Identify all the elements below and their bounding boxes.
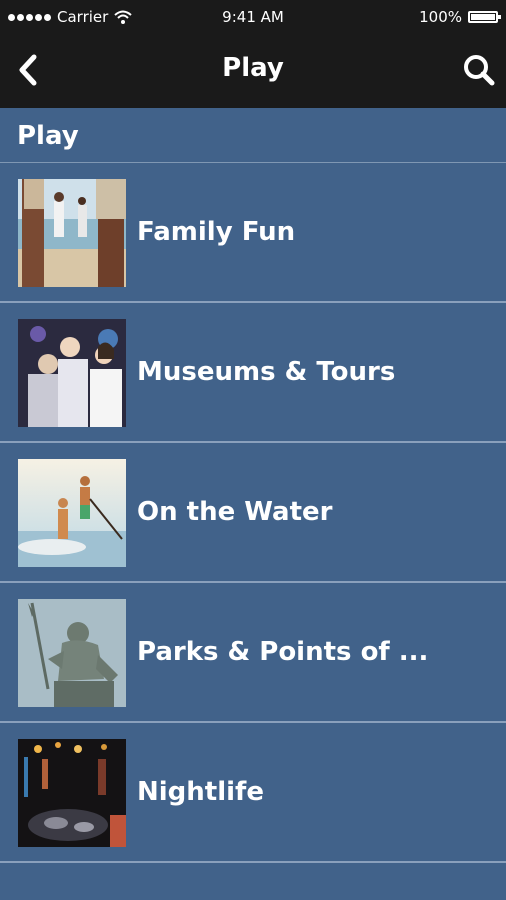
page-title: Play <box>222 53 284 83</box>
search-button[interactable] <box>462 53 496 87</box>
list-item-label: Parks & Points of ... <box>137 637 429 667</box>
list-item-family-fun[interactable]: Family Fun <box>0 163 506 303</box>
list-item-label: Nightlife <box>137 777 264 807</box>
list-item-label: Family Fun <box>137 217 296 247</box>
list-item-label: On the Water <box>137 497 333 527</box>
list-item-nightlife[interactable]: Nightlife <box>0 723 506 863</box>
section-header: Play <box>0 108 506 163</box>
nightlife-image <box>18 739 126 847</box>
status-right: 100% <box>419 8 501 26</box>
category-list: Family Fun Museums & Tours On the Water … <box>0 163 506 863</box>
list-item-on-the-water[interactable]: On the Water <box>0 443 506 583</box>
nav-bar: Play <box>0 33 506 108</box>
list-item-parks-points[interactable]: Parks & Points of ... <box>0 583 506 723</box>
status-bar: Carrier 9:41 AM 100% <box>0 0 506 33</box>
museums-tours-image <box>18 319 126 427</box>
list-item-label: Museums & Tours <box>137 357 396 387</box>
battery-icon <box>468 11 501 23</box>
list-item-museums-tours[interactable]: Museums & Tours <box>0 303 506 443</box>
section-title: Play <box>17 121 79 151</box>
parks-points-image <box>18 599 126 707</box>
battery-percent: 100% <box>419 8 462 26</box>
on-the-water-image <box>18 459 126 567</box>
search-icon <box>464 55 495 86</box>
family-fun-image <box>18 179 126 287</box>
